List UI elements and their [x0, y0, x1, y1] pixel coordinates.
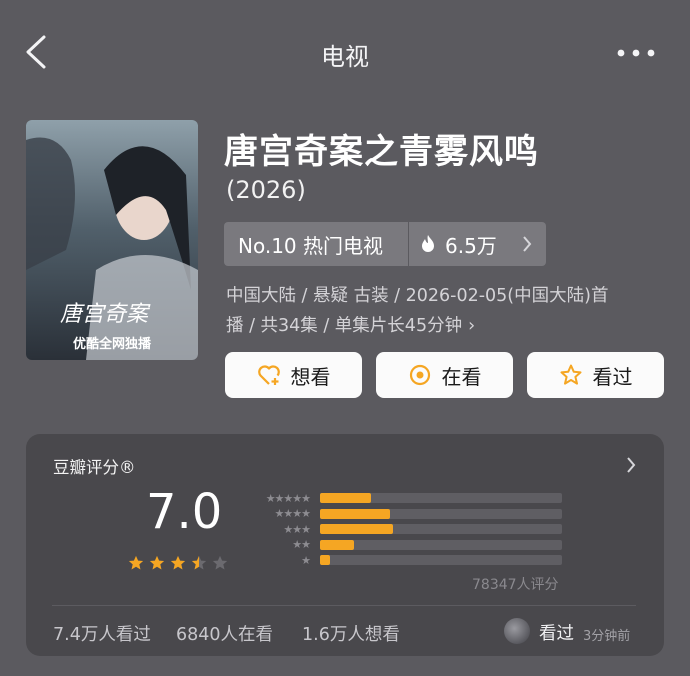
rating-bar-row: ★★★★★	[252, 491, 564, 505]
rating-count: 78347人评分	[472, 577, 559, 593]
show-title: 唐宫奇案之青雾风鸣	[224, 132, 539, 172]
friend-action: 看过	[539, 624, 574, 644]
rating-stars	[127, 554, 229, 572]
star-icon	[149, 555, 165, 570]
star-outline-icon	[560, 364, 581, 385]
heat-label: 6.5万	[445, 233, 497, 258]
want-button[interactable]: 想看	[225, 352, 362, 398]
avatar[interactable]	[504, 618, 530, 644]
rating-bar-track	[320, 555, 562, 565]
more-icon[interactable]	[616, 48, 656, 58]
star-icon	[128, 555, 144, 570]
rating-bar-stars: ★★★	[283, 522, 311, 536]
flame-icon	[422, 235, 434, 252]
rating-bar-fill	[320, 524, 393, 534]
rating-bar-track	[320, 524, 562, 534]
divider	[52, 605, 636, 606]
chevron-right-icon[interactable]	[626, 456, 636, 474]
rating-bar-row: ★★★★	[252, 507, 564, 520]
rating-bar-row: ★★	[252, 538, 564, 551]
show-meta[interactable]: 中国大陆 / 悬疑 古装 / 2026-02-05(中国大陆)首 播 / 共34…	[226, 281, 666, 341]
meta-line-2: 播 / 共34集 / 单集片长45分钟 ›	[226, 311, 666, 341]
rating-label: 豆瓣评分®	[53, 458, 136, 477]
friend-time: 3分钟前	[583, 629, 631, 644]
watching-button[interactable]: 在看	[376, 352, 513, 398]
watching-label: 在看	[441, 364, 482, 389]
star-icon	[170, 555, 186, 570]
rating-bar-row: ★	[252, 553, 564, 567]
target-circle-icon	[409, 364, 430, 386]
want-label: 想看	[290, 364, 331, 389]
stat-watched: 7.4万人看过	[53, 625, 151, 645]
rating-score: 7.0	[146, 484, 223, 540]
meta-chevron-icon: ›	[468, 316, 476, 336]
heart-plus-icon	[257, 365, 280, 385]
rating-bar-stars: ★★	[292, 538, 311, 551]
stat-watching: 6840人在看	[176, 625, 274, 645]
star-icon	[191, 555, 207, 570]
rating-card: 豆瓣评分® 7.0 ★★★★★ ★★★★ ★★★ ★★ ★ 78347人评分 7.4万人…	[26, 434, 664, 656]
rank-label: No.10 热门电视	[238, 233, 384, 258]
watched-button[interactable]: 看过	[527, 352, 664, 398]
meta-line-1: 中国大陆 / 悬疑 古装 / 2026-02-05(中国大陆)首	[226, 286, 609, 306]
rating-bar-track	[320, 508, 562, 519]
poster-image[interactable]: 唐宫奇案 优酷全网独播	[26, 120, 198, 360]
chevron-right-icon	[523, 236, 532, 252]
rating-bar-stars: ★★★★	[274, 507, 311, 520]
rating-bar-fill	[320, 493, 371, 503]
rank-pill[interactable]: No.10 热门电视 6.5万	[224, 222, 546, 266]
poster-caption: 优酷全网独播	[72, 337, 151, 352]
rating-bar-stars: ★★★★★	[265, 491, 311, 505]
poster-logo: 唐宫奇案	[60, 302, 149, 327]
page-title: 电视	[321, 43, 369, 71]
rating-bar-fill	[320, 555, 330, 565]
rating-bar-track	[320, 539, 562, 550]
rating-bar-fill	[320, 508, 391, 519]
rating-bar-fill	[320, 539, 354, 550]
top-bar: 电视	[0, 0, 690, 104]
meta-line-2-text: 播 / 共34集 / 单集片长45分钟	[226, 316, 463, 336]
show-year: (2026)	[226, 176, 306, 204]
rating-bar-row: ★★★	[252, 522, 564, 536]
heat-value: 6.5万	[409, 230, 497, 259]
rating-bar-stars: ★	[301, 553, 311, 567]
star-icon	[212, 555, 228, 570]
stat-want: 1.6万人想看	[302, 625, 400, 645]
rating-bar-track	[320, 493, 562, 503]
watched-label: 看过	[592, 364, 633, 389]
